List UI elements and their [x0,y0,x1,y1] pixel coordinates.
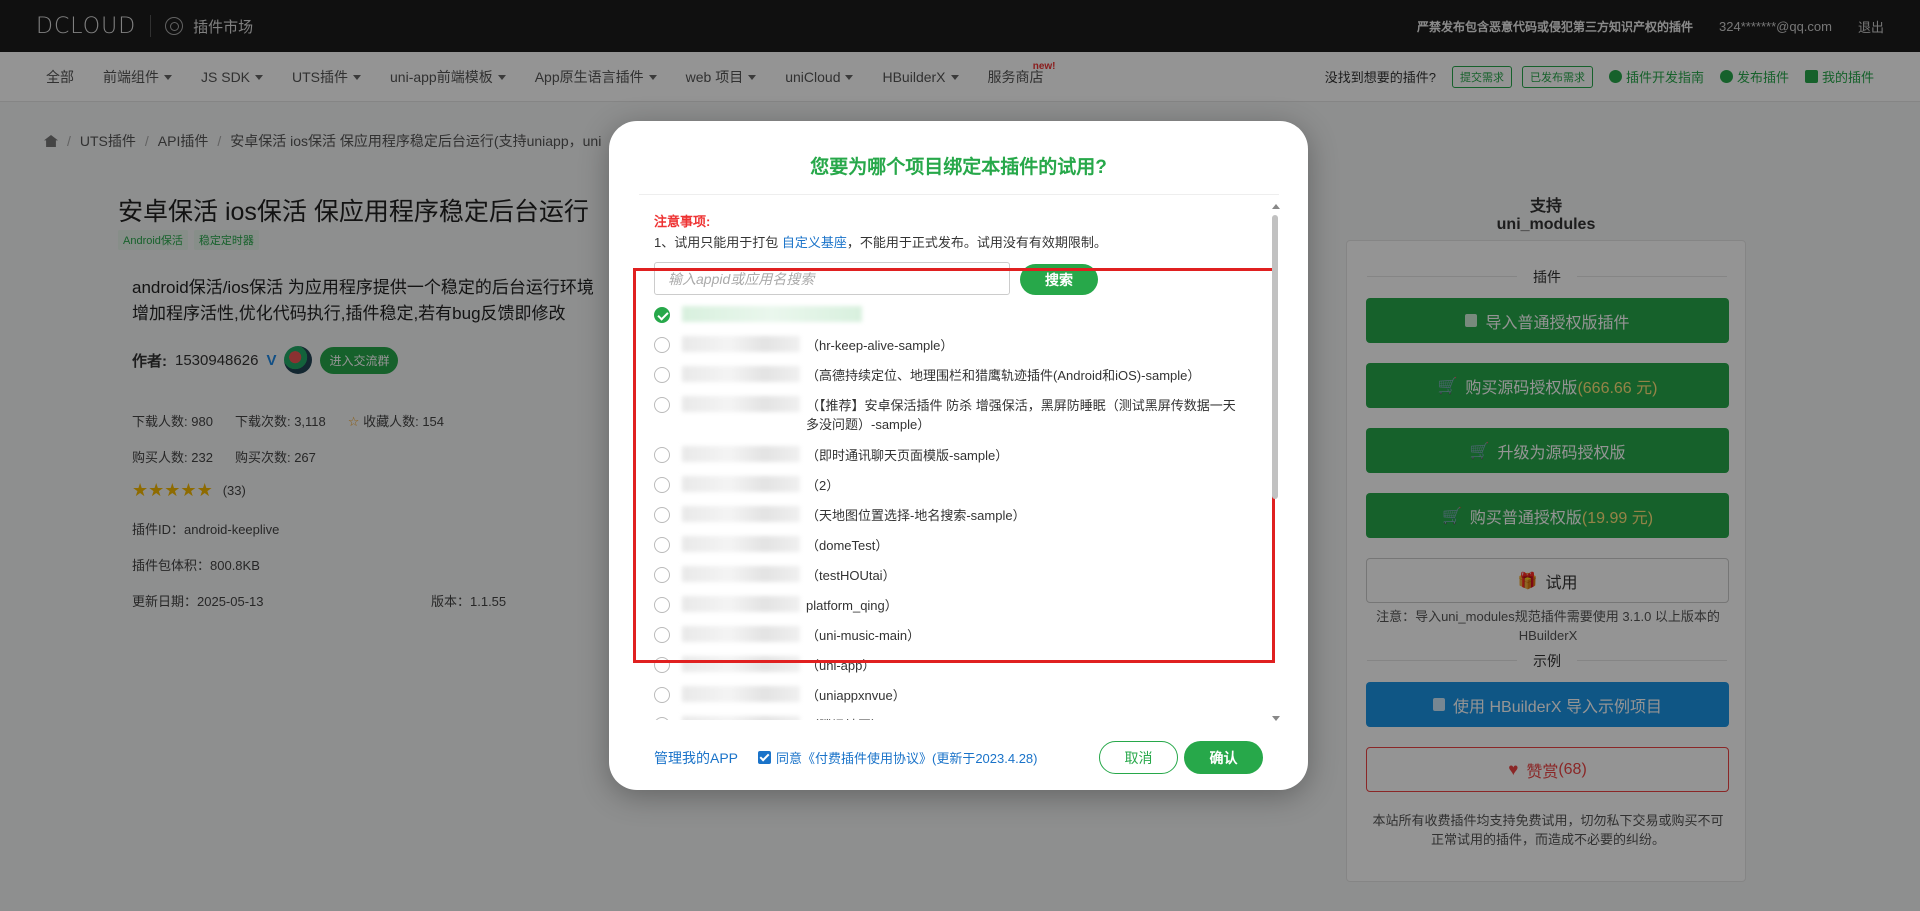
app-name-text: （uniappxnvue） [806,688,906,703]
app-radio[interactable] [654,447,670,463]
app-list-item[interactable]: （2） [654,469,1244,499]
app-radio[interactable] [654,657,670,673]
notice-suffix: ，不能用于正式发布。试用没有有效期限制。 [846,235,1107,250]
blurred-app-name [682,336,800,352]
custom-base-link[interactable]: 自定义基座 [782,235,847,250]
notice-heading: 注意事项: [654,214,711,229]
blurred-app-name [682,626,800,642]
app-list-item[interactable]: （uni-app） [654,649,1244,679]
app-list-item[interactable]: （即时通讯聊天页面模版-sample） [654,439,1244,469]
app-list-item[interactable]: （testHOUtai） [654,559,1244,589]
scroll-down-arrow[interactable] [1272,716,1280,721]
dialog-title: 您要为哪个项目绑定本插件的试用? [810,157,1107,178]
app-radio[interactable] [654,507,670,523]
app-radio[interactable] [654,687,670,703]
notice-prefix: 1、试用只能用于打包 [654,235,779,250]
blurred-app-name [682,566,800,582]
manage-my-app-link[interactable]: 管理我的APP [654,748,738,768]
app-radio[interactable] [654,307,670,323]
confirm-button[interactable]: 确认 [1184,741,1263,774]
blurred-app-name [682,476,800,492]
app-name-text: （uni-music-main） [806,628,921,643]
blurred-app-name [682,396,800,412]
app-list-scrollbar[interactable] [1270,204,1280,721]
bind-trial-dialog: 您要为哪个项目绑定本插件的试用? 注意事项: 1、试用只能用于打包 自定义基座，… [609,121,1308,790]
app-radio[interactable] [654,597,670,613]
scroll-thumb[interactable] [1272,215,1278,499]
blurred-app-name [682,306,862,322]
app-list-item[interactable]: （高德持续定位、地理围栏和猎鹰轨迹插件(Android和iOS)-sample） [654,359,1244,389]
app-name-text: （腾讯地图） [806,716,1244,720]
app-list: （hr-keep-alive-sample） （高德持续定位、地理围栏和猎鹰轨迹插… [654,299,1244,720]
dialog-divider [639,194,1279,195]
app-radio[interactable] [654,567,670,583]
app-list-item[interactable] [654,299,1244,329]
app-list-item[interactable]: （【推荐】安卓保活插件 防杀 增强保活，黑屏防睡眠（测试黑屏传数据一天多没问题）… [654,389,1244,439]
app-radio[interactable] [654,367,670,383]
app-list-item[interactable]: （uniappxnvue） [654,679,1244,709]
blurred-app-name [682,506,800,522]
app-search-input[interactable] [654,262,1010,295]
search-button[interactable]: 搜索 [1020,264,1098,295]
app-list-item[interactable]: （domeTest） [654,529,1244,559]
scroll-up-arrow[interactable] [1272,204,1280,209]
app-radio[interactable] [654,627,670,643]
app-name-text: （即时通讯聊天页面模版-sample） [806,448,1009,463]
notice-text: 1、试用只能用于打包 自定义基座，不能用于正式发布。试用没有有效期限制。 [654,232,1107,251]
app-name-text: （【推荐】安卓保活插件 防杀 增强保活，黑屏防睡眠（测试黑屏传数据一天多没问题）… [806,398,1236,432]
blurred-app-name [682,536,800,552]
app-name-text: （testHOUtai） [806,568,896,583]
app-radio[interactable] [654,337,670,353]
app-radio[interactable] [654,477,670,493]
blurred-app-name [682,716,800,720]
app-radio[interactable] [654,397,670,413]
app-list-item[interactable]: （hr-keep-alive-sample） [654,329,1244,359]
blurred-app-name [682,366,800,382]
agree-agreement[interactable]: 同意《付费插件使用协议》(更新于2023.4.28) [758,748,1038,767]
app-list-item[interactable]: （腾讯地图） [654,709,1244,720]
blurred-app-name [682,596,800,612]
blurred-app-name [682,446,800,462]
app-name-text: （domeTest） [806,538,889,553]
app-list-item[interactable]: platform_qing） [654,589,1244,619]
blurred-app-name [682,686,800,702]
cancel-button[interactable]: 取消 [1099,741,1178,774]
agreement-link[interactable]: 同意《付费插件使用协议》(更新于2023.4.28) [776,748,1038,767]
agree-checkbox[interactable] [758,751,771,764]
app-list-item[interactable]: （uni-music-main） [654,619,1244,649]
app-name-text: （天地图位置选择-地名搜索-sample） [806,508,1026,523]
app-name-text: （高德持续定位、地理围栏和猎鹰轨迹插件(Android和iOS)-sample） [806,368,1201,383]
app-radio[interactable] [654,537,670,553]
app-radio[interactable] [654,717,670,720]
app-name-text: （hr-keep-alive-sample） [806,338,954,353]
app-name-text: （uni-app） [806,658,876,673]
app-list-item[interactable]: （天地图位置选择-地名搜索-sample） [654,499,1244,529]
app-name-text: platform_qing） [806,598,898,613]
blurred-app-name [682,656,800,672]
app-name-text: （2） [806,478,840,493]
